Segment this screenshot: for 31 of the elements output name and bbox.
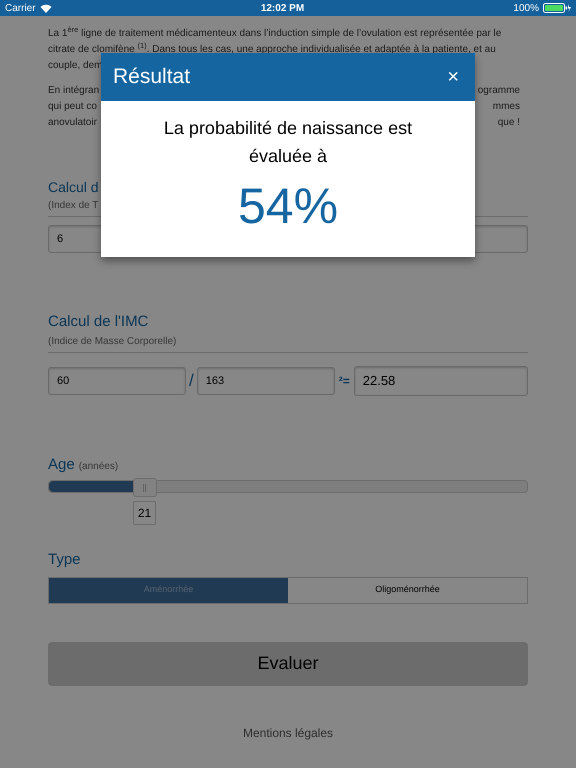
legal-link[interactable]: Mentions légales	[242, 724, 334, 742]
section-title: Calcul de l'IMC	[48, 312, 150, 332]
squared-equals-sign: ²=	[338, 372, 350, 390]
paragraph-text: citrate de clomifène $^{(1)}$. Dans tous les cas, une approche individualisée et adaptée à la patiente, et au	[48, 42, 496, 57]
clock: 12:02 PM	[260, 2, 304, 16]
input-field[interactable]: 163	[196, 366, 335, 394]
age-value: 21	[133, 501, 156, 525]
dialog-title: Résultat	[113, 64, 190, 90]
paragraph-text: que !	[498, 116, 520, 130]
input-field[interactable]: 60	[48, 366, 186, 394]
section-title: Age	[48, 454, 75, 474]
division-sign: /	[189, 370, 194, 392]
section-title: Calcul d	[48, 178, 99, 197]
paragraph-text: En intégran	[48, 84, 100, 98]
paragraph-text: ogramme	[478, 84, 520, 98]
unit-label: (années)	[78, 460, 118, 474]
wifi-icon	[40, 4, 52, 12]
paragraph-text: qui peut co	[48, 100, 97, 114]
battery-label: 100%	[513, 2, 539, 16]
paragraph-text: anovulatoir	[48, 116, 97, 130]
section-subtitle: (Indice de Masse Corporelle)	[48, 334, 528, 352]
close-button[interactable]: ×	[443, 67, 463, 87]
result-message: La probabilité de naissance est évaluée à	[162, 117, 414, 168]
result-field[interactable]: 22.58	[354, 366, 528, 396]
battery-icon	[543, 3, 571, 13]
paragraph-text: mmes	[492, 100, 520, 114]
section-title: Type	[48, 550, 82, 570]
slider-handle[interactable]	[132, 478, 157, 497]
carrier-label: Carrier	[5, 2, 36, 16]
paragraph-text: La 1$^{ère}$ ligne de traitement médicamenteux dans l’induction simple de l’ovulation est représentée par le	[48, 26, 502, 41]
evaluate-button[interactable]: Evaluer	[48, 642, 528, 686]
